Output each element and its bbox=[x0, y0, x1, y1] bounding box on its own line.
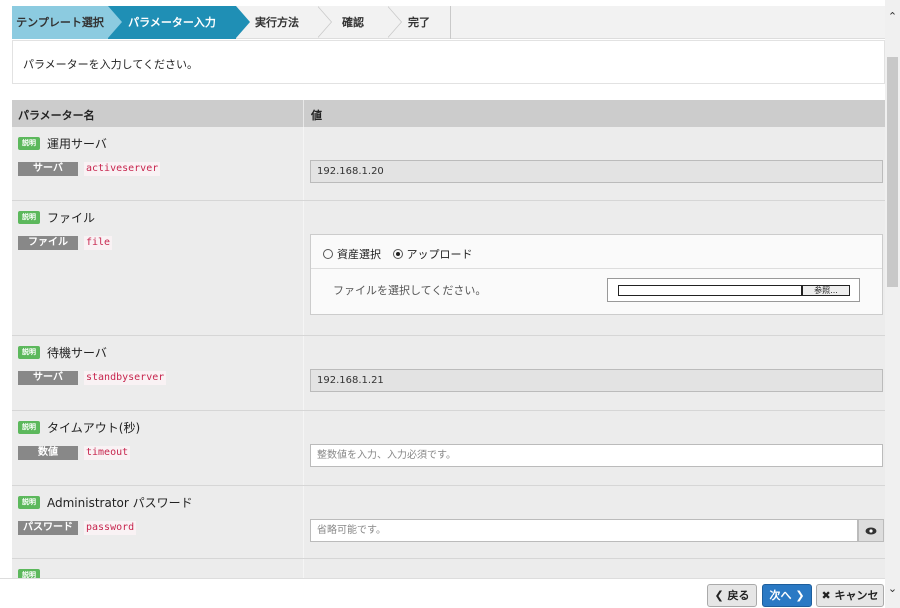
param-type-badge: パスワード bbox=[18, 521, 78, 535]
param-row-file: 説明 ファイル ファイル file 資産選択 アップロード ファイルを選択してく… bbox=[12, 201, 885, 336]
standbyserver-field[interactable]: 192.168.1.21 bbox=[310, 369, 883, 392]
scroll-up-icon[interactable]: ⌃ bbox=[885, 10, 900, 24]
param-row-next: 説明 bbox=[12, 559, 885, 582]
param-key: timeout bbox=[84, 446, 131, 460]
back-button[interactable]: ❮ 戻る bbox=[707, 584, 757, 607]
step-arrow bbox=[236, 6, 250, 38]
param-title: ファイル bbox=[47, 211, 96, 225]
col-divider bbox=[303, 127, 304, 200]
param-row-activeserver: 説明 運用サーバ サーバ activeserver 192.168.1.20 bbox=[12, 127, 885, 201]
param-key: file bbox=[84, 236, 113, 250]
next-button[interactable]: 次へ ❯ bbox=[762, 584, 812, 607]
param-title: タイムアウト(秒) bbox=[47, 421, 141, 435]
wizard-steps: テンプレート選択 パラメーター入力 実行方法 確認 完了 bbox=[12, 6, 885, 39]
footer-bar: ❮ 戻る 次へ ❯ ✖ キャンセル bbox=[0, 578, 885, 608]
next-button-label: 次へ bbox=[769, 589, 792, 602]
radio-asset-select[interactable] bbox=[323, 249, 333, 259]
file-picker: 参照... bbox=[607, 278, 860, 302]
file-select-message: ファイルを選択してください。 bbox=[333, 284, 487, 297]
col-divider bbox=[303, 559, 304, 578]
param-type-badge: サーバ bbox=[18, 371, 78, 385]
col-divider bbox=[303, 201, 304, 335]
param-title: 待機サーバ bbox=[47, 346, 107, 360]
param-key: standbyserver bbox=[84, 371, 167, 385]
step-parameter-input: パラメーター入力 bbox=[108, 6, 236, 39]
show-password-button[interactable] bbox=[858, 519, 884, 542]
step-arrow bbox=[108, 6, 122, 38]
param-type-badge: サーバ bbox=[18, 162, 78, 176]
file-upload-panel: 資産選択 アップロード ファイルを選択してください。 参照... bbox=[310, 234, 883, 315]
col-divider bbox=[303, 100, 304, 127]
radio-upload-label[interactable]: アップロード bbox=[407, 248, 473, 261]
file-source-radios: 資産選択 アップロード bbox=[323, 246, 481, 262]
col-header-name: パラメーター名 bbox=[18, 109, 95, 122]
param-row-password: 説明 Administrator パスワード パスワード password 省略… bbox=[12, 486, 885, 559]
param-row-timeout: 説明 タイムアウト(秒) 数値 timeout 整数値を入力、入力必須です。 bbox=[12, 411, 885, 486]
cancel-button-label: キャンセル bbox=[834, 589, 879, 602]
instruction-panel: パラメーターを入力してください。 bbox=[12, 40, 885, 84]
param-row-standbyserver: 説明 待機サーバ サーバ standbyserver 192.168.1.21 bbox=[12, 336, 885, 411]
description-badge[interactable]: 説明 bbox=[18, 421, 40, 434]
col-divider bbox=[303, 336, 304, 410]
close-icon: ✖ bbox=[821, 589, 831, 602]
file-path-field[interactable] bbox=[618, 285, 802, 296]
scroll-down-icon[interactable]: ⌄ bbox=[885, 582, 900, 596]
scrollbar-thumb[interactable] bbox=[887, 57, 898, 287]
step-arrow bbox=[387, 6, 401, 38]
col-header-value: 値 bbox=[311, 109, 322, 122]
description-badge[interactable]: 説明 bbox=[18, 496, 40, 509]
param-key: password bbox=[84, 521, 137, 535]
back-button-label: 戻る bbox=[727, 589, 750, 602]
step-arrow bbox=[317, 6, 331, 38]
timeout-input[interactable]: 整数値を入力、入力必須です。 bbox=[310, 444, 883, 467]
col-divider bbox=[303, 411, 304, 485]
instruction-text: パラメーターを入力してください。 bbox=[23, 58, 199, 71]
activeserver-field[interactable]: 192.168.1.20 bbox=[310, 160, 883, 183]
param-key: activeserver bbox=[84, 162, 161, 176]
eye-icon bbox=[865, 527, 877, 535]
description-badge[interactable]: 説明 bbox=[18, 137, 40, 150]
param-table-header: パラメーター名 値 bbox=[12, 100, 885, 127]
chevron-right-icon: ❯ bbox=[795, 589, 805, 602]
password-input[interactable]: 省略可能です。 bbox=[310, 519, 858, 542]
description-badge[interactable]: 説明 bbox=[18, 211, 40, 224]
vertical-scrollbar[interactable]: ⌃ ⌄ bbox=[885, 0, 900, 608]
browse-button[interactable]: 参照... bbox=[802, 285, 850, 296]
param-title: Administrator パスワード bbox=[47, 496, 193, 510]
step-template-select: テンプレート選択 bbox=[12, 6, 108, 39]
param-type-badge: 数値 bbox=[18, 446, 78, 460]
divider bbox=[311, 268, 882, 269]
param-title: 運用サーバ bbox=[47, 137, 107, 151]
chevron-left-icon: ❮ bbox=[714, 589, 724, 602]
param-type-badge: ファイル bbox=[18, 236, 78, 250]
step-divider bbox=[450, 6, 451, 39]
cancel-button[interactable]: ✖ キャンセル bbox=[816, 584, 884, 607]
radio-upload[interactable] bbox=[392, 249, 403, 259]
description-badge[interactable]: 説明 bbox=[18, 346, 40, 359]
col-divider bbox=[303, 486, 304, 558]
radio-asset-label[interactable]: 資産選択 bbox=[337, 248, 381, 261]
